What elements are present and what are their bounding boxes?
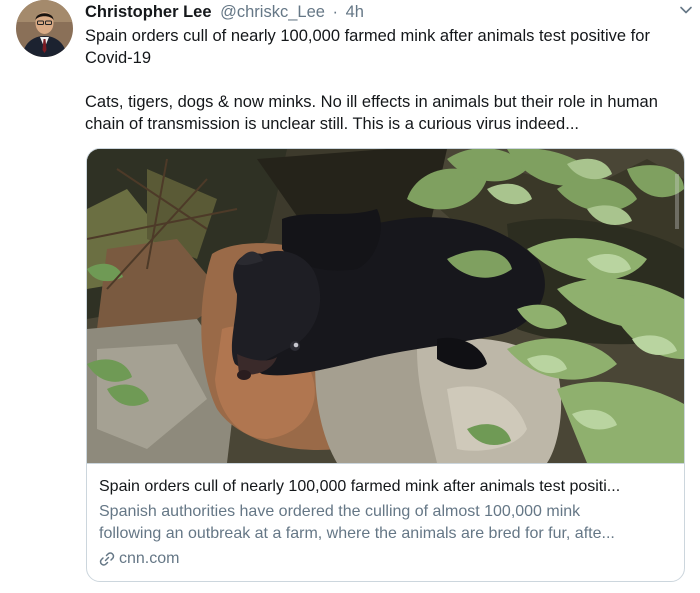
card-image[interactable] <box>87 149 684 464</box>
link-card[interactable]: Spain orders cull of nearly 100,000 farm… <box>86 148 685 582</box>
author-name[interactable]: Christopher Lee <box>85 3 212 21</box>
tweet-content: Christopher Lee @chriskc_Lee · 4h Spain … <box>85 0 685 135</box>
tweet-timestamp[interactable]: 4h <box>346 3 364 21</box>
author-handle[interactable]: @chriskc_Lee <box>220 3 325 21</box>
card-title[interactable]: Spain orders cull of nearly 100,000 farm… <box>99 476 674 498</box>
mink-photo <box>87 149 684 463</box>
tweet-text-comment: Cats, tigers, dogs & now minks. No ill e… <box>85 93 658 133</box>
chevron-down-icon[interactable] <box>678 2 694 18</box>
link-icon <box>99 552 115 566</box>
separator-dot: · <box>332 3 339 21</box>
tweet-text-headline: Spain orders cull of nearly 100,000 farm… <box>85 27 650 67</box>
card-description: Spanish authorities have ordered the cul… <box>99 501 674 545</box>
tweet-header: Christopher Lee @chriskc_Lee · 4h <box>85 0 685 24</box>
avatar[interactable] <box>16 0 73 57</box>
card-domain[interactable]: cnn.com <box>99 548 674 570</box>
card-description-line: Spanish authorities have ordered the cul… <box>99 503 581 520</box>
card-description-line: following an outbreak at a farm, where t… <box>99 525 615 542</box>
card-domain-text: cnn.com <box>119 550 180 567</box>
tweet: Christopher Lee @chriskc_Lee · 4h Spain … <box>0 0 700 593</box>
card-body: Spain orders cull of nearly 100,000 farm… <box>99 476 674 570</box>
